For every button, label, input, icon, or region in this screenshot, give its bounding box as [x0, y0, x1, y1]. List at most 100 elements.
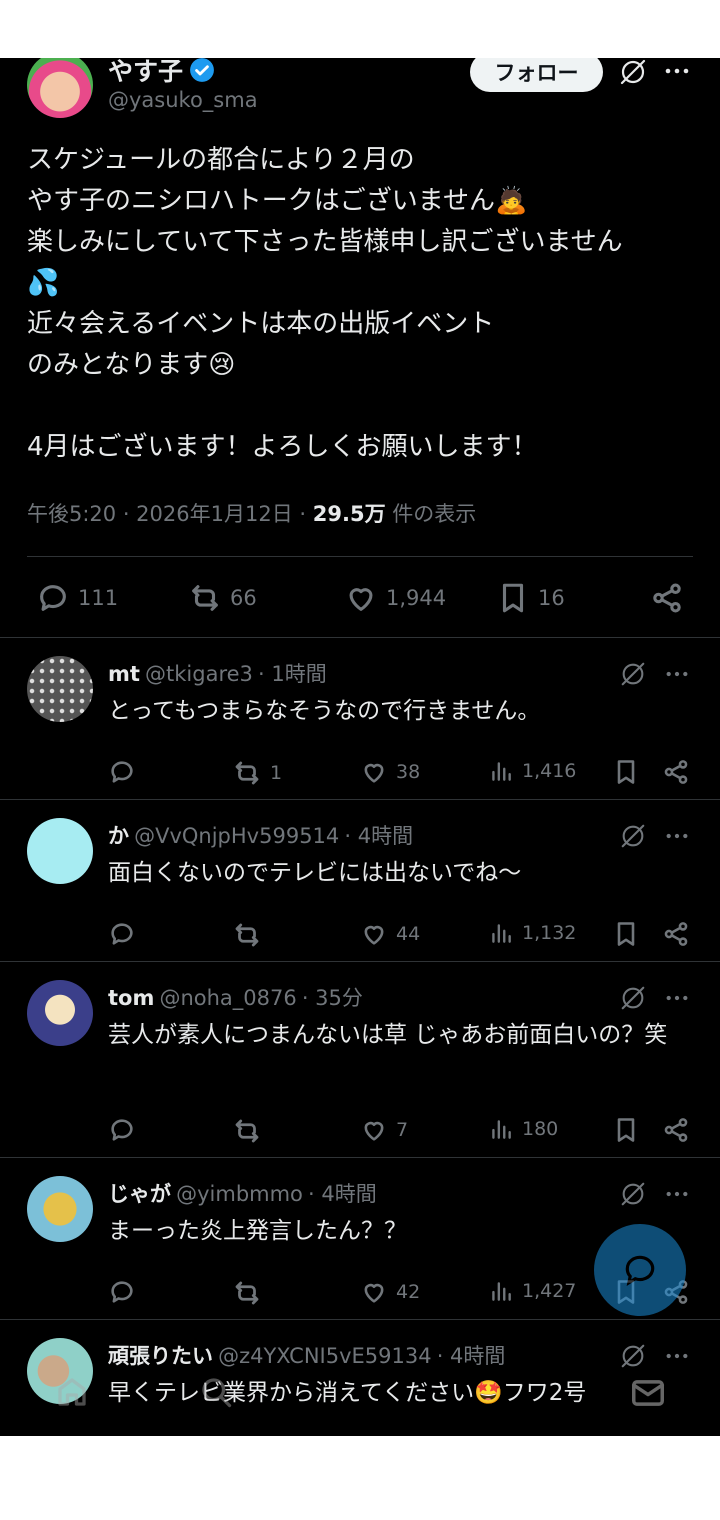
retweet-icon: [232, 758, 262, 788]
grok-icon[interactable]: [619, 984, 647, 1012]
reply-avatar[interactable]: [27, 656, 93, 722]
more-icon[interactable]: [665, 832, 689, 840]
follow-button[interactable]: フォロー: [470, 58, 603, 92]
share-icon: [650, 581, 684, 615]
bookmark-button[interactable]: [612, 920, 640, 948]
tweet-time[interactable]: 午後5:20 · 2026年1月12日 ·: [27, 502, 313, 526]
more-icon[interactable]: [664, 67, 690, 75]
more-icon[interactable]: [665, 1190, 689, 1198]
retweet-button[interactable]: [232, 1116, 270, 1146]
bookmark-button[interactable]: [612, 1116, 640, 1144]
like-icon: [360, 758, 388, 786]
views-icon: [488, 758, 514, 784]
like-button[interactable]: 42: [360, 1278, 420, 1306]
home-icon[interactable]: [54, 1374, 90, 1410]
grok-icon[interactable]: [619, 660, 647, 688]
reply-icon: [108, 1116, 136, 1144]
retweet-icon: [188, 581, 222, 615]
screen: やす子 @yasuko_sma フォロー スケジュールの都合により２月の やす子…: [0, 58, 720, 1436]
reply-author-handle[interactable]: @noha_0876: [159, 986, 296, 1010]
views-count: 1,132: [522, 922, 577, 944]
more-icon[interactable]: [665, 994, 689, 1002]
like-icon: [344, 581, 378, 615]
bookmark-button[interactable]: [612, 758, 640, 786]
grok-icon[interactable]: [619, 822, 647, 850]
reply-author-handle[interactable]: @yimbmmo: [176, 1182, 303, 1206]
grok-icon[interactable]: [619, 1180, 647, 1208]
views-count: 1,416: [522, 760, 577, 782]
views-button[interactable]: 1,132: [488, 920, 576, 946]
tweet-line: 近々会えるイベントは本の出版イベント: [27, 309, 495, 339]
reply-text: まーった炎上発言したん？？: [108, 1218, 407, 1244]
search-icon[interactable]: [198, 1374, 234, 1410]
retweet-button[interactable]: 1: [232, 758, 282, 788]
tweet-line: スケジュールの都合により２月の: [27, 145, 415, 175]
share-button[interactable]: [662, 1116, 690, 1144]
author-avatar[interactable]: [27, 58, 93, 118]
share-button[interactable]: [650, 581, 684, 615]
views-icon: [488, 1116, 514, 1142]
author-handle[interactable]: @yasuko_sma: [108, 88, 258, 112]
like-count: 42: [396, 1281, 421, 1303]
reply-time: · 4時間: [436, 1344, 506, 1368]
reply-button[interactable]: [108, 1116, 136, 1144]
like-button[interactable]: 38: [360, 758, 420, 786]
reply-button[interactable]: [108, 1278, 136, 1306]
tweet-line: やす子のニシロハトークはございません🙇: [27, 186, 528, 216]
reply-icon: [108, 758, 136, 786]
share-button[interactable]: [662, 920, 690, 948]
grok-icon[interactable]: [619, 1342, 647, 1370]
retweet-button[interactable]: [232, 1278, 270, 1308]
reply-author-name[interactable]: tom: [108, 986, 154, 1010]
like-count: 7: [396, 1119, 409, 1141]
like-icon: [360, 1278, 388, 1306]
tweet-views-label: 件の表示: [385, 502, 477, 526]
follow-label: フォロー: [494, 61, 579, 85]
reply-button[interactable]: 111: [36, 581, 118, 615]
reply-button[interactable]: [108, 920, 136, 948]
author-name-row[interactable]: やす子: [108, 58, 215, 88]
like-button[interactable]: 1,944: [344, 581, 446, 615]
reply-author-handle[interactable]: @VvQnjpHv599514: [134, 824, 339, 848]
reply-count: 111: [78, 586, 119, 610]
bookmark-button[interactable]: 16: [496, 581, 565, 615]
retweet-button[interactable]: [232, 920, 270, 950]
reply-author-name[interactable]: 頑張りたい: [108, 1344, 213, 1368]
reply-author-handle[interactable]: @z4YXCNI5vE59134: [218, 1344, 432, 1368]
like-count: 38: [396, 761, 421, 783]
share-button[interactable]: [662, 758, 690, 786]
compose-fab[interactable]: [594, 1224, 686, 1316]
tweet-line: のみとなります😢: [27, 350, 236, 380]
views-button[interactable]: 1,416: [488, 758, 576, 784]
views-button[interactable]: 1,427: [488, 1278, 576, 1304]
author-name[interactable]: やす子: [108, 58, 183, 88]
grok-icon[interactable]: [618, 58, 648, 87]
reply-author-name[interactable]: じゃが: [108, 1182, 171, 1206]
reply-avatar[interactable]: [27, 818, 93, 884]
bookmark-icon: [612, 920, 640, 948]
more-icon[interactable]: [665, 1352, 689, 1360]
reply-text: 早くテレビ業界から消えてください🤩フワ2号: [108, 1380, 587, 1406]
tweet-line: 4月はございます！よろしくお願いします！: [27, 432, 538, 462]
views-count: 1,427: [522, 1280, 577, 1302]
reply-header: 頑張りたい @z4YXCNI5vE59134 · 4時間: [108, 1340, 505, 1370]
reply-header: tom @noha_0876 · 35分: [108, 982, 363, 1012]
reply-author-name[interactable]: mt: [108, 662, 140, 686]
reply-time: · 4時間: [308, 1182, 377, 1206]
reply-time: · 35分: [301, 986, 363, 1010]
mail-icon[interactable]: [629, 1374, 667, 1412]
retweet-icon: [232, 1278, 262, 1308]
like-button[interactable]: 7: [360, 1116, 408, 1144]
more-icon[interactable]: [665, 670, 689, 678]
compose-fab-icon: [621, 1251, 659, 1289]
share-icon: [662, 1116, 690, 1144]
reply-text: 芸人が素人につまんないは草 じゃあお前面白いの？笑: [108, 1022, 668, 1048]
reply-avatar[interactable]: [27, 1176, 93, 1242]
reply-button[interactable]: [108, 758, 136, 786]
views-button[interactable]: 180: [488, 1116, 558, 1142]
reply-avatar[interactable]: [27, 980, 93, 1046]
like-button[interactable]: 44: [360, 920, 420, 948]
reply-author-handle[interactable]: @tkigare3: [145, 662, 253, 686]
reply-author-name[interactable]: か: [108, 824, 129, 848]
retweet-button[interactable]: 66: [188, 581, 257, 615]
